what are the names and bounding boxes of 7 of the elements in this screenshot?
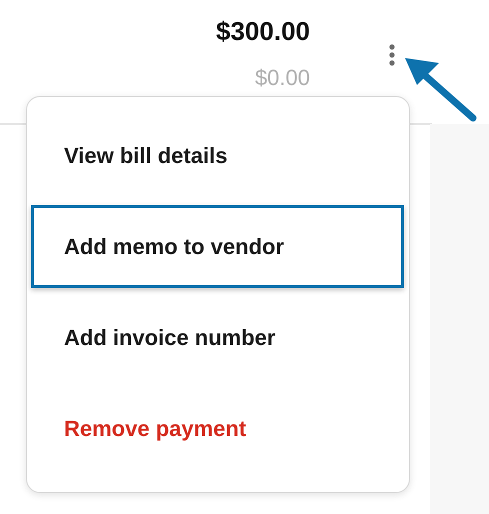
menu-item[interactable]: Add invoice number <box>31 296 404 379</box>
menu-item[interactable]: Remove payment <box>31 387 404 470</box>
more-icon <box>389 44 395 66</box>
amount-total: $300.00 <box>216 15 310 48</box>
amount-paid: $0.00 <box>254 64 310 92</box>
menu-item[interactable]: Add memo to vendor <box>31 205 404 288</box>
menu-item[interactable]: View bill details <box>31 114 404 197</box>
